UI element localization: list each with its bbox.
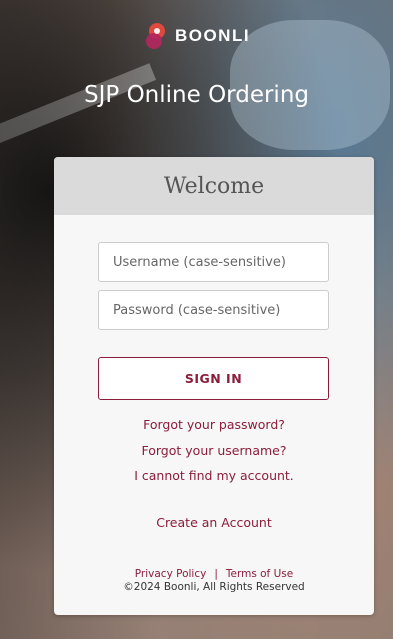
welcome-heading: Welcome <box>163 173 265 199</box>
password-input[interactable] <box>98 290 329 330</box>
footer-separator: | <box>214 568 218 580</box>
sign-in-button[interactable]: SIGN IN <box>98 357 329 400</box>
cannot-find-account-link[interactable]: I cannot find my account. <box>54 468 374 483</box>
page-title: SJP Online Ordering <box>84 82 309 108</box>
forgot-password-link[interactable]: Forgot your password? <box>54 417 374 432</box>
username-input[interactable] <box>98 242 329 282</box>
forgot-username-link[interactable]: Forgot your username? <box>54 443 374 458</box>
login-card-header: Welcome <box>54 157 374 215</box>
privacy-policy-link[interactable]: Privacy Policy <box>135 568 207 580</box>
footer-links: Privacy Policy | Terms of Use <box>54 568 374 580</box>
terms-of-use-link[interactable]: Terms of Use <box>226 568 293 580</box>
login-card: Welcome SIGN IN Forgot your password? Fo… <box>54 157 374 615</box>
card-footer: Privacy Policy | Terms of Use ©2024 Boon… <box>54 568 374 593</box>
brand-name: BOONLI <box>174 26 251 45</box>
create-account-link[interactable]: Create an Account <box>54 515 374 530</box>
copyright-text: ©2024 Boonli, All Rights Reserved <box>123 581 305 593</box>
boonli-logo-icon <box>145 23 165 49</box>
brand-header: BOONLI <box>0 22 393 50</box>
